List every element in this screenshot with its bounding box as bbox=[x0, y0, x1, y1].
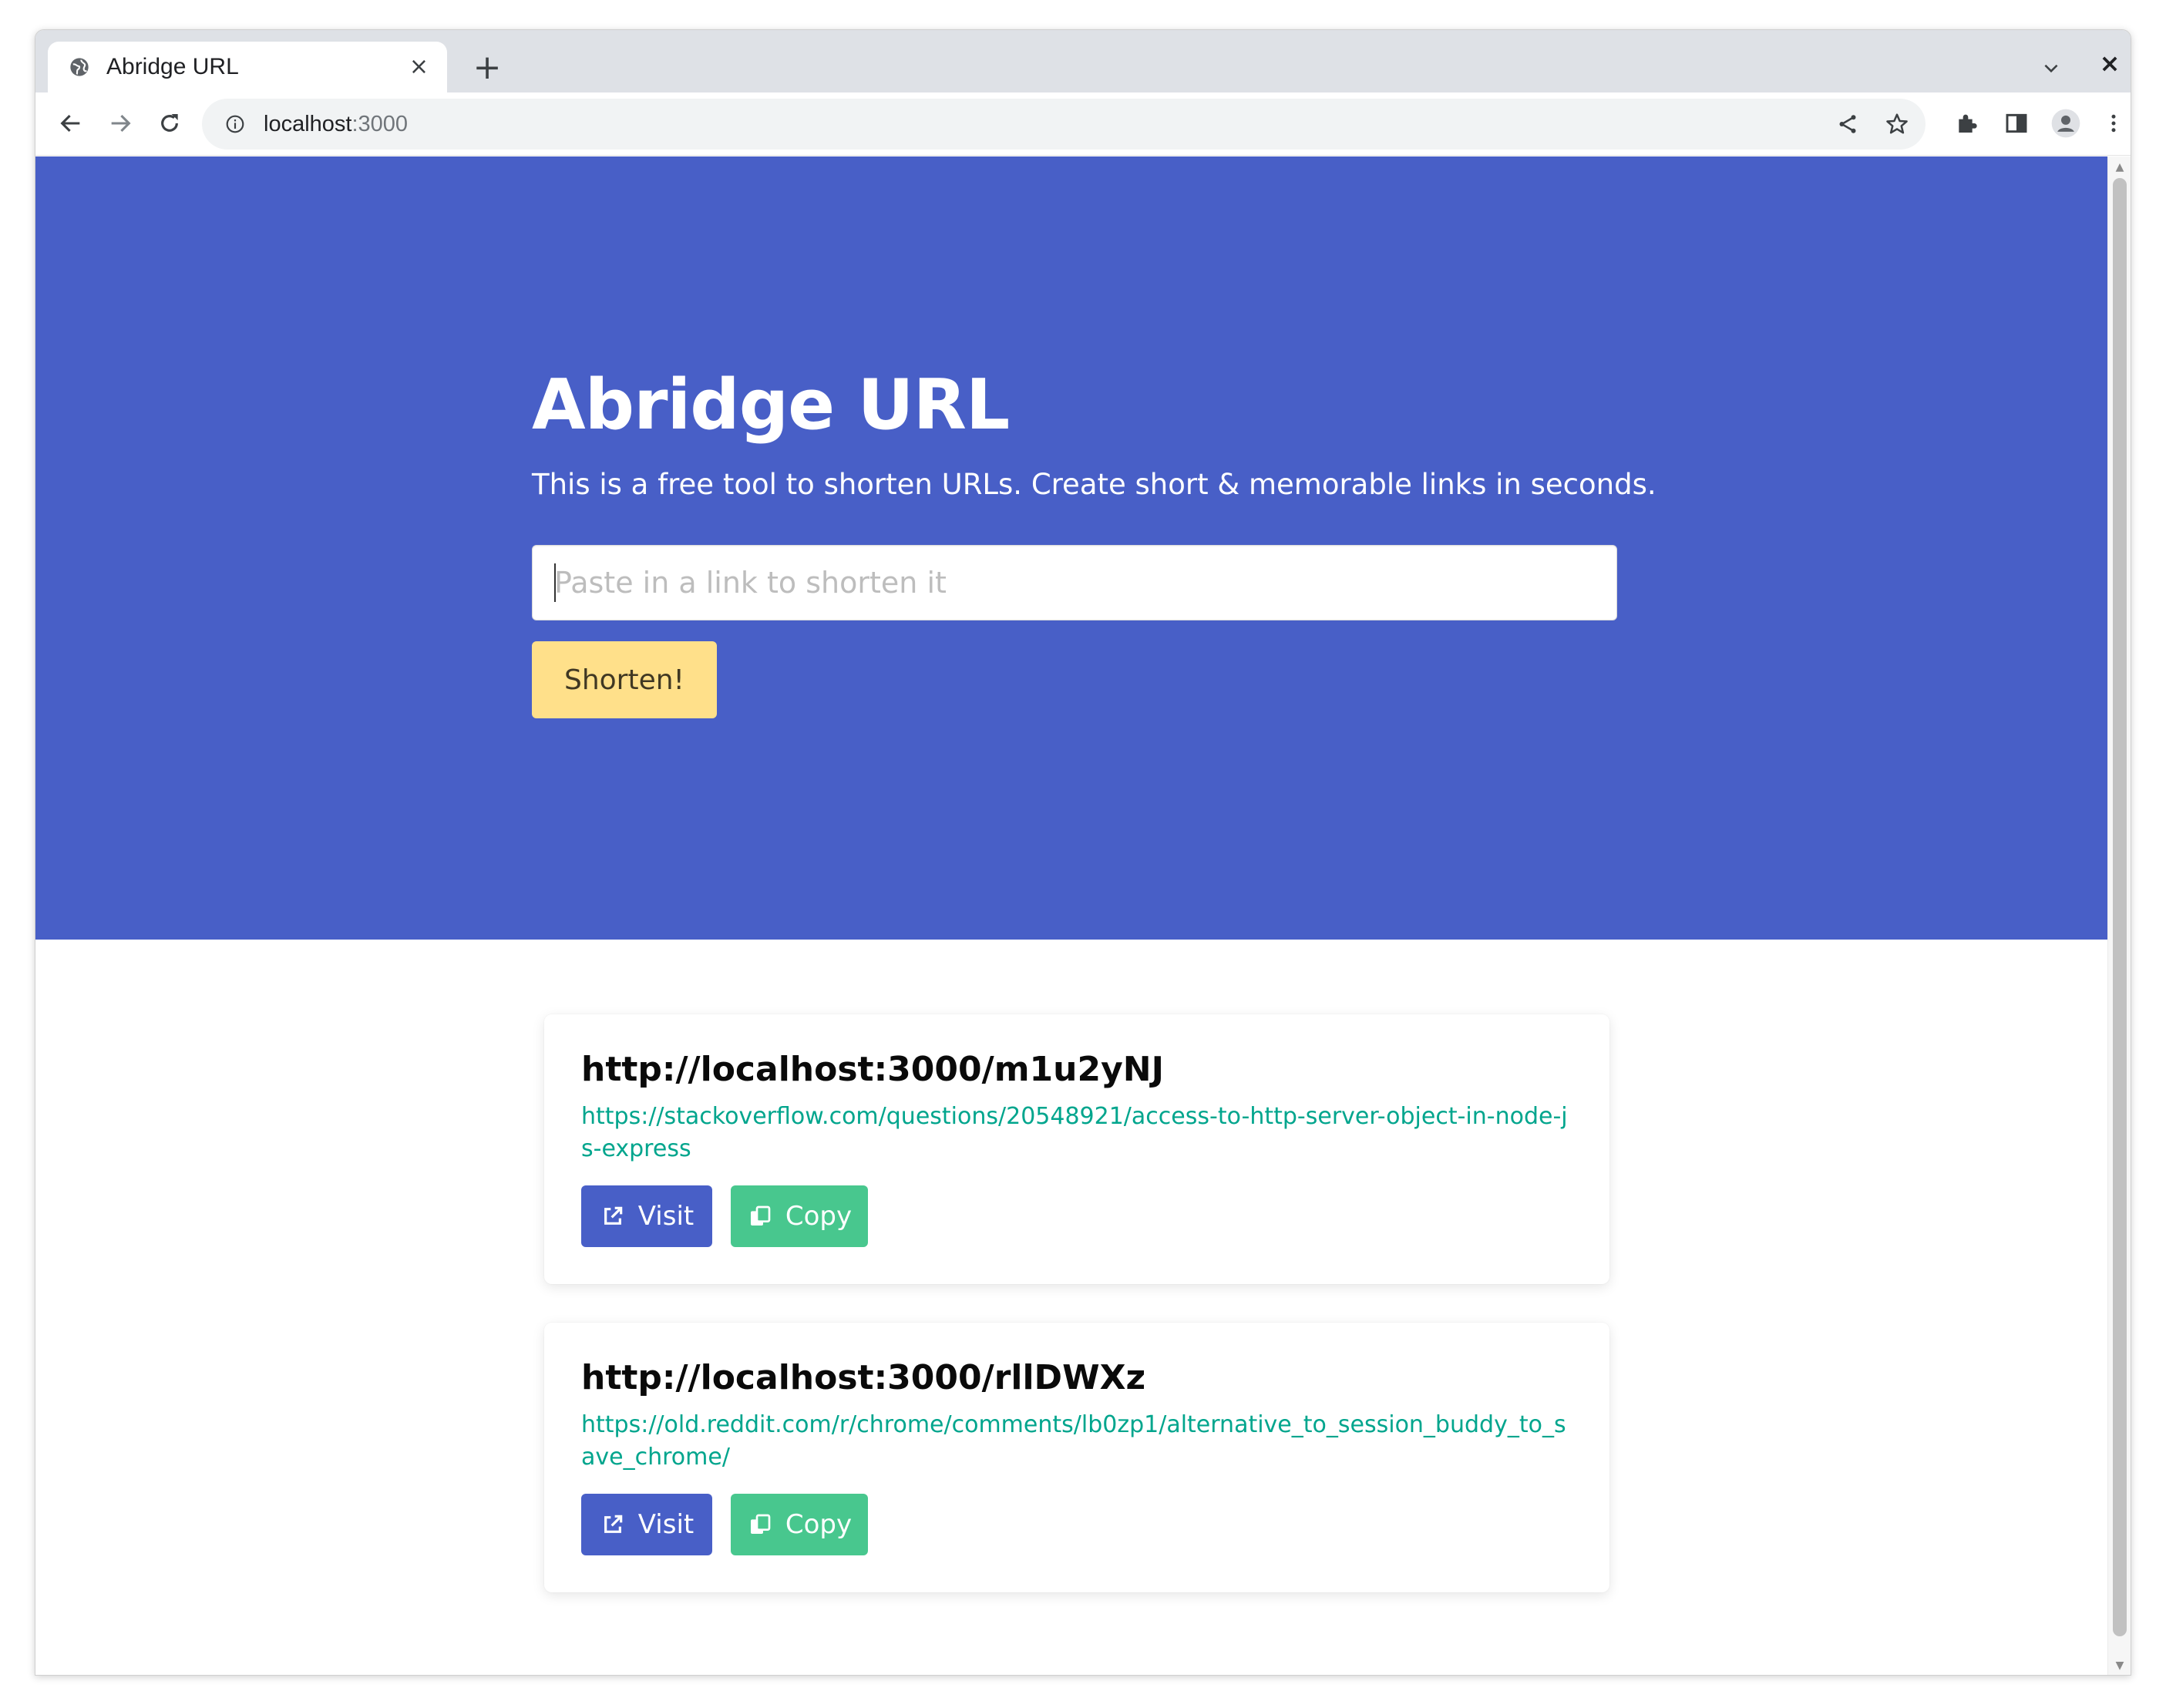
card-actions: Visit Copy bbox=[581, 1494, 868, 1555]
card-actions: Visit Copy bbox=[581, 1185, 868, 1247]
copy-icon bbox=[747, 1511, 773, 1538]
visit-button[interactable]: Visit bbox=[581, 1494, 712, 1555]
browser-toolbar: localhost:3000 bbox=[35, 92, 2131, 156]
external-link-icon bbox=[600, 1511, 626, 1538]
tab-close-icon[interactable]: × bbox=[409, 55, 429, 79]
url-input[interactable] bbox=[532, 545, 1617, 620]
star-icon[interactable] bbox=[1878, 105, 1916, 143]
hero-section: Abridge URL This is a free tool to short… bbox=[35, 156, 2110, 940]
shorten-button[interactable]: Shorten! bbox=[532, 641, 717, 718]
page-subtitle: This is a free tool to shorten URLs. Cre… bbox=[532, 468, 1656, 501]
extensions-icon[interactable] bbox=[1946, 102, 1989, 145]
external-link-icon bbox=[600, 1203, 626, 1229]
short-url[interactable]: http://localhost:3000/rllDWXz bbox=[581, 1358, 1145, 1397]
profile-icon[interactable] bbox=[2044, 102, 2087, 145]
address-bar[interactable]: localhost:3000 bbox=[202, 99, 1926, 150]
window-close-icon[interactable]: × bbox=[2092, 45, 2127, 81]
tab-title: Abridge URL bbox=[106, 54, 239, 79]
shortened-links-list: http://localhost:3000/m1u2yNJ https://st… bbox=[544, 1014, 1609, 1631]
short-url[interactable]: http://localhost:3000/m1u2yNJ bbox=[581, 1050, 1164, 1089]
visit-button[interactable]: Visit bbox=[581, 1185, 712, 1247]
menu-kebab-icon[interactable] bbox=[2092, 102, 2131, 145]
globe-icon bbox=[68, 55, 91, 79]
copy-label: Copy bbox=[785, 1201, 853, 1232]
scroll-down-arrow-icon[interactable]: ▼ bbox=[2108, 1656, 2131, 1675]
page-scrollbar[interactable]: ▲ ▼ bbox=[2107, 156, 2131, 1675]
forward-icon[interactable] bbox=[99, 102, 142, 145]
site-info-icon[interactable] bbox=[224, 113, 247, 136]
back-icon[interactable] bbox=[49, 102, 92, 145]
link-card: http://localhost:3000/rllDWXz https://ol… bbox=[544, 1323, 1609, 1592]
page-title: Abridge URL bbox=[532, 365, 1010, 445]
tab-strip: Abridge URL × + × bbox=[35, 30, 2131, 92]
visit-label: Visit bbox=[637, 1201, 695, 1232]
original-url-link[interactable]: https://old.reddit.com/r/chrome/comments… bbox=[581, 1409, 1576, 1474]
side-panel-icon[interactable] bbox=[1995, 102, 2038, 145]
original-url-link[interactable]: https://stackoverflow.com/questions/2054… bbox=[581, 1101, 1576, 1165]
page-viewport: Abridge URL This is a free tool to short… bbox=[35, 156, 2131, 1675]
copy-label: Copy bbox=[785, 1509, 853, 1540]
new-tab-button[interactable]: + bbox=[467, 47, 507, 87]
reload-icon[interactable] bbox=[148, 102, 191, 145]
share-icon[interactable] bbox=[1828, 105, 1867, 143]
url-port: :3000 bbox=[351, 111, 409, 136]
scroll-thumb[interactable] bbox=[2113, 178, 2127, 1636]
tab-search-chevron-icon[interactable] bbox=[2032, 49, 2070, 87]
text-caret bbox=[554, 563, 556, 602]
url-host: localhost bbox=[264, 111, 352, 136]
copy-icon bbox=[747, 1203, 773, 1229]
browser-window: Abridge URL × + × localhost:3000 Abridg… bbox=[35, 29, 2131, 1676]
copy-button[interactable]: Copy bbox=[731, 1185, 868, 1247]
link-card: http://localhost:3000/m1u2yNJ https://st… bbox=[544, 1014, 1609, 1284]
scroll-up-arrow-icon[interactable]: ▲ bbox=[2108, 158, 2131, 177]
copy-button[interactable]: Copy bbox=[731, 1494, 868, 1555]
tab-abridge-url[interactable]: Abridge URL × bbox=[48, 42, 447, 92]
visit-label: Visit bbox=[637, 1509, 695, 1540]
